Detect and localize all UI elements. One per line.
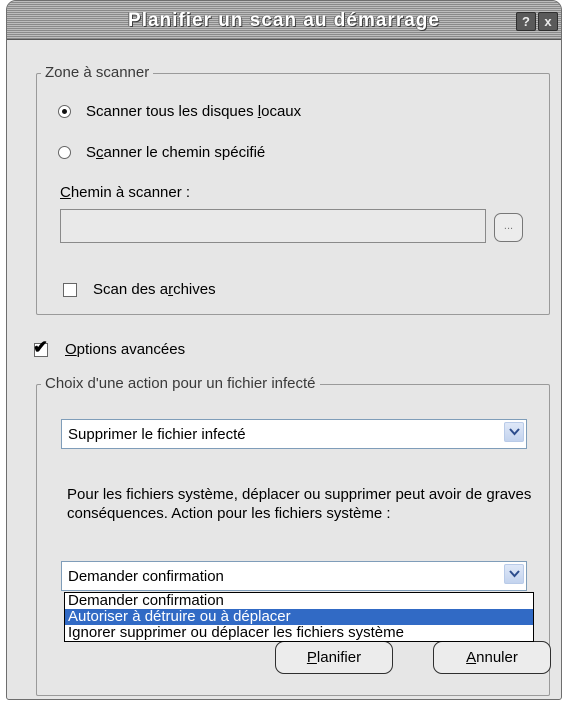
- dialog-window: Planifier un scan au démarrage ? x Zone …: [6, 0, 562, 700]
- path-input[interactable]: [60, 209, 486, 243]
- chevron-down-icon[interactable]: [504, 564, 524, 584]
- title-bar[interactable]: Planifier un scan au démarrage ? x: [7, 1, 561, 40]
- archives-label[interactable]: Scan des archives: [93, 281, 216, 298]
- zone-legend: Zone à scanner: [41, 64, 154, 81]
- infected-action-value: Supprimer le fichier infecté: [68, 426, 246, 443]
- advanced-label[interactable]: Options avancées: [65, 341, 185, 358]
- checkmark-icon: ✔: [33, 337, 49, 357]
- system-action-dropdown-list: Demander confirmation Autoriser à détrui…: [64, 592, 534, 642]
- path-label: Chemin à scanner :: [60, 184, 191, 201]
- action-legend: Choix d'une action pour un fichier infec…: [41, 375, 320, 392]
- radio-scan-all-label[interactable]: Scanner tous les disques locaux: [86, 103, 301, 120]
- close-button[interactable]: x: [538, 12, 558, 31]
- cancel-button[interactable]: Annuler: [433, 641, 551, 674]
- system-files-description: Pour les fichiers système, déplacer ou s…: [67, 486, 532, 522]
- radio-scan-path-label[interactable]: Scanner le chemin spécifié: [86, 144, 265, 161]
- system-action-select[interactable]: Demander confirmation: [61, 561, 527, 591]
- dropdown-option-highlighted[interactable]: Autoriser à détruire ou à déplacer: [65, 609, 533, 625]
- radio-scan-all[interactable]: [58, 105, 71, 118]
- infected-action-select[interactable]: Supprimer le fichier infecté: [61, 419, 527, 449]
- help-button[interactable]: ?: [516, 12, 536, 31]
- dropdown-option[interactable]: Demander confirmation: [65, 593, 533, 609]
- chevron-down-icon[interactable]: [504, 422, 524, 442]
- archives-checkbox[interactable]: [63, 283, 77, 297]
- system-action-value: Demander confirmation: [68, 568, 224, 585]
- schedule-button[interactable]: Planifier: [275, 641, 393, 674]
- window-title: Planifier un scan au démarrage: [128, 10, 440, 31]
- dropdown-option[interactable]: Ignorer supprimer ou déplacer les fichie…: [65, 625, 533, 641]
- radio-scan-path[interactable]: [58, 146, 71, 159]
- browse-button[interactable]: ...: [494, 213, 523, 242]
